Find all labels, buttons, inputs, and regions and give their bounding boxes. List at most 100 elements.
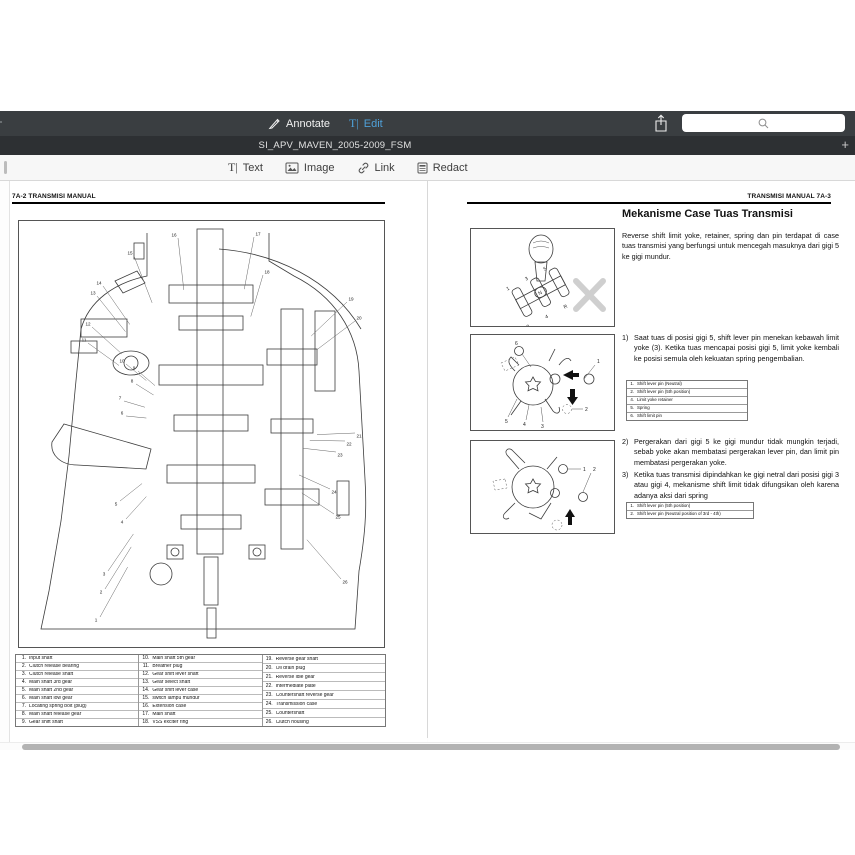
row-label: Intermediate plate [276, 684, 385, 689]
table-row: 23.Countershaft reverse gear [263, 691, 385, 700]
row-number: 7. [16, 704, 29, 709]
row-number: 4. [16, 680, 29, 685]
callout-number: 10 [119, 359, 124, 364]
row-label: Gear select shaft [152, 680, 261, 685]
row-number: 5. [16, 688, 29, 693]
row-number: 21. [263, 675, 276, 680]
row-number: 1. [627, 504, 637, 508]
svg-text:2: 2 [526, 324, 531, 326]
row-label: Extension case [152, 704, 261, 709]
row-label: Main shaft 5th gear [152, 656, 261, 661]
parts-column-1: 1.Input shaft2.Clutch release bearing3.C… [16, 655, 139, 726]
table-row: 26.Clutch housing [263, 718, 385, 726]
row-label: Locating spring bolt (plug) [29, 704, 138, 709]
row-number: 22. [263, 684, 276, 689]
callout-number: 26 [342, 580, 347, 585]
row-number: 17. [139, 712, 152, 717]
row-number: 10. [139, 656, 152, 661]
callout-number: 21 [356, 434, 361, 439]
table-row: 5.Main shaft 2nd gear [16, 687, 138, 695]
svg-text:2: 2 [585, 407, 588, 413]
row-label: VSS exciter ring [152, 720, 261, 725]
edit-tab[interactable]: T| Edit [349, 115, 383, 132]
row-number: 20. [263, 666, 276, 671]
new-tab-button[interactable]: + [841, 136, 849, 155]
callout-number: 16 [171, 233, 176, 238]
row-number: 19. [263, 657, 276, 662]
table-row: 8.Main shaft release gear [16, 711, 138, 719]
annotate-tab[interactable]: Annotate [268, 115, 330, 132]
row-label: Main shaft low gear [29, 696, 138, 701]
svg-text:1: 1 [597, 359, 600, 365]
row-number: 11. [139, 664, 152, 669]
callout-number: 24 [331, 490, 336, 495]
row-label: Transmission case [276, 702, 385, 707]
table-row: 14.Gear shift lever case [139, 687, 261, 695]
sidebar-add-icon[interactable]: + [0, 114, 3, 131]
callout-number: 18 [264, 270, 269, 275]
row-label: Clutch release bearing [29, 664, 138, 669]
table-row: 7.Locating spring bolt (plug) [16, 703, 138, 711]
insert-link-button[interactable]: Link [357, 162, 395, 174]
table-row: 25.Countershaft [263, 709, 385, 718]
link-tool-label: Link [375, 162, 395, 174]
row-label: Shift lever pin (Neutral) [637, 382, 747, 386]
row-number: 6. [16, 696, 29, 701]
document-view[interactable]: 7A-2 TRANSMISI MANUAL [0, 181, 855, 742]
share-button[interactable] [653, 114, 671, 133]
scrollbar-track [0, 742, 855, 750]
table-row: 3.Clutch release shaft [16, 671, 138, 679]
row-number: 9. [16, 720, 29, 725]
row-number: 1. [16, 656, 29, 661]
row-label: Gear shift lever shaft [152, 672, 261, 677]
document-tab[interactable]: SI_APV_MAVEN_2005-2009_FSM [0, 136, 670, 155]
insert-image-button[interactable]: Image [285, 162, 335, 174]
table-row: 2.Clutch release bearing [16, 663, 138, 671]
row-label: Clutch housing [276, 720, 385, 725]
row-label: Main shaft 3rd gear [29, 680, 138, 685]
svg-text:3: 3 [541, 424, 544, 430]
row-number: 25. [263, 711, 276, 716]
numbered-item-3: 3) Ketika tuas transmisi dipindahkan ke … [622, 470, 839, 501]
callout-number: 2 [100, 590, 103, 595]
legend-table-2: 1.Shift lever pin (5th position)2.Shift … [626, 502, 754, 519]
link-icon [357, 162, 370, 174]
table-row: 5.Spring [627, 405, 747, 413]
row-number: 2. [627, 512, 637, 516]
row-label: Breather plug [152, 664, 261, 669]
row-label: Spring [637, 406, 747, 410]
table-row: 15.switch lampu mundur [139, 695, 261, 703]
row-label: Reverse idle gear [276, 675, 385, 680]
row-number: 1. [627, 382, 637, 386]
row-number: 6. [627, 414, 637, 418]
svg-text:N: N [537, 290, 543, 297]
callout-number: 17 [255, 232, 260, 237]
search-field[interactable] [682, 114, 845, 132]
document-tab-bar: SI_APV_MAVEN_2005-2009_FSM + [0, 136, 855, 155]
callout-number: 3 [103, 572, 106, 577]
horizontal-scrollbar[interactable] [22, 744, 840, 750]
figure-shift-lever: 1 3 5 2 4 R N [470, 228, 615, 327]
row-number: 4. [627, 398, 637, 402]
callout-number: 20 [356, 316, 361, 321]
redact-button[interactable]: Redact [417, 162, 468, 174]
item-text: Ketika tuas transmisi dipindahkan ke gig… [634, 470, 839, 501]
callout-number: 15 [127, 251, 132, 256]
left-header-rule [12, 202, 385, 204]
insert-text-button[interactable]: T| Text [228, 160, 263, 175]
search-input[interactable] [682, 114, 845, 132]
table-row: 18.VSS exciter ring [139, 719, 261, 726]
text-edit-icon: T| [349, 116, 359, 131]
row-label: Shift lever pin (5th position) [637, 504, 753, 508]
callout-number: 7 [119, 396, 122, 401]
table-row: 11.Breather plug [139, 663, 261, 671]
image-tool-label: Image [304, 162, 335, 174]
callout-number: 4 [121, 520, 124, 525]
callout-number: 13 [90, 291, 95, 296]
row-label: Reverse gear shaft [276, 657, 385, 662]
svg-text:3: 3 [524, 276, 529, 283]
item-number: 2) [622, 437, 634, 468]
sidebar-drag-handle[interactable] [4, 161, 7, 174]
pen-icon [268, 117, 281, 130]
row-number: 14. [139, 688, 152, 693]
